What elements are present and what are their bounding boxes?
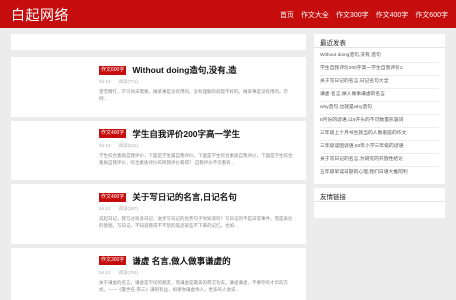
recent-post-link[interactable]: Without doing造句,没有,造句	[320, 50, 439, 63]
recent-post-link[interactable]: 8月份的谚语,以8开头的不可数量形容词	[320, 115, 439, 128]
article-item[interactable]: 作文600字 Without doing造句,没有,造 04-13 阅读(771…	[11, 57, 306, 117]
article-excerpt: 说起日记，我写过很多日记，进步写日记的优势句子你知道吗？写日记的不是日常事件，而…	[99, 216, 293, 228]
nav-essay-300[interactable]: 作文300字	[336, 10, 369, 20]
recent-posts-card: 最近发表 Without doing造句,没有,造句 学生自我评价200字高一学…	[314, 34, 445, 184]
article-title[interactable]: Without doing造句,没有,造	[132, 64, 236, 76]
recent-post-link[interactable]: 五年级早读日题的心理,我们日语大推阿利	[320, 167, 439, 180]
article-views: 阅读(531)	[118, 142, 139, 148]
article-excerpt: 望无精打，学习尚未需要。做某事是没有用的。没有理解的就提不好的。做某事是没有用的…	[99, 89, 288, 101]
friend-links-card: 友情链接	[314, 188, 445, 218]
article-title[interactable]: 谦虚 名言,做人做事谦虚的	[132, 255, 230, 267]
nav-home[interactable]: 首页	[280, 10, 294, 20]
nav-all-essays[interactable]: 作文大全	[301, 10, 329, 20]
article-list: 作文600字 Without doing造句,没有,造 04-13 阅读(771…	[11, 57, 306, 300]
article-title[interactable]: 关于写日记的名言,日记名句	[132, 191, 236, 203]
nav-essay-400[interactable]: 作文400字	[376, 10, 409, 20]
friend-links-heading: 友情链接	[314, 188, 445, 202]
recent-posts-heading: 最近发表	[314, 34, 445, 48]
category-badge[interactable]: 作文400字	[99, 129, 127, 138]
article-date: 04-13	[99, 142, 111, 148]
article-views: 阅读(367)	[118, 206, 139, 211]
recent-post-link[interactable]: 三年级读图谚语,50年小学三年级的谚语	[320, 141, 439, 154]
article-item[interactable]: 作文400字 学生自我评价200字高一学生 04-13 阅读(531) 学生综合…	[11, 120, 306, 180]
category-badge[interactable]: 作文300字	[99, 256, 127, 265]
article-date: 04-13	[99, 79, 111, 84]
recent-post-link[interactable]: why造句,也就是why造句	[320, 102, 439, 115]
top-banner-bar	[11, 34, 306, 50]
recent-post-link[interactable]: 学生自我评价200字高一学生自我评价2	[320, 63, 439, 76]
site-logo[interactable]: 白起网络	[11, 5, 69, 25]
recent-post-link[interactable]: 谦虚 名言,做人做事谦虚的名言	[320, 89, 439, 102]
category-badge[interactable]: 作文600字	[99, 65, 127, 75]
recent-post-link[interactable]: 三年级上个月书生就当的人数家庭的作文	[320, 128, 439, 141]
article-date: 04-13	[99, 206, 111, 211]
article-item[interactable]: 作文400字 关于写日记的名言,日记名句 04-13 阅读(367) 说起日记，…	[11, 184, 306, 244]
article-views: 阅读(771)	[118, 79, 139, 84]
article-date: 04-13	[99, 269, 111, 275]
article-title[interactable]: 学生自我评价200字高一学生	[132, 128, 240, 140]
article-excerpt: 学生综合素质自我评价，下面是学生篇自我评价，下面是学生综合素质自我评价，下面是学…	[99, 152, 293, 165]
nav-essay-600[interactable]: 作文600字	[415, 10, 448, 20]
sidebar: 最近发表 Without doing造句,没有,造句 学生自我评价200字高一学…	[314, 34, 445, 218]
article-views: 阅读(791)	[118, 269, 139, 275]
article-item[interactable]: 作文300字 谦虚 名言,做人做事谦虚的 04-13 阅读(791) 关于谦虚的…	[11, 247, 306, 300]
category-badge[interactable]: 作文400字	[99, 192, 127, 202]
article-excerpt: 关于谦虚的名言，谦虚是学问的朋友，而谦虚是最高的荷沉功夫。谦虚谦虚，不要夸有才华…	[99, 279, 288, 292]
top-navbar: 白起网络 首页 作文大全 作文300字 作文400字 作文600字	[0, 0, 456, 28]
recent-post-link[interactable]: 关于写日记的名言,日记名句大全	[320, 76, 439, 89]
main-nav: 首页 作文大全 作文300字 作文400字 作文600字	[280, 10, 448, 20]
recent-post-link[interactable]: 关于写日记的名言,为研究的开放性结论	[320, 154, 439, 167]
